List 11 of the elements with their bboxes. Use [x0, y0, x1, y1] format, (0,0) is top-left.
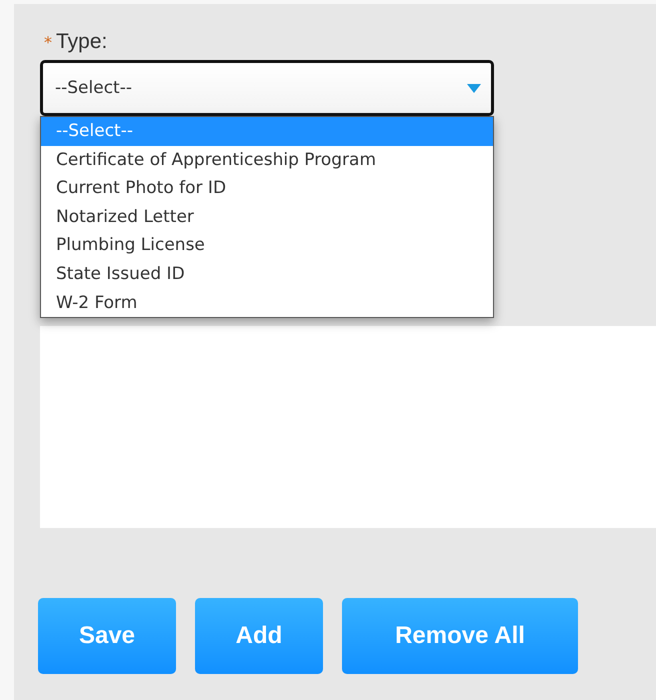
dropdown-option[interactable]: Certificate of Apprenticeship Program: [41, 146, 493, 174]
dropdown-option[interactable]: State Issued ID: [41, 260, 493, 289]
required-mark: *: [44, 33, 52, 52]
dropdown-option[interactable]: Current Photo for ID: [41, 174, 493, 203]
dropdown-option[interactable]: Plumbing License: [41, 231, 493, 260]
dropdown-option[interactable]: W-2 Form: [41, 288, 493, 318]
dropdown-option[interactable]: Notarized Letter: [41, 202, 493, 232]
type-select[interactable]: --Select--: [40, 60, 494, 116]
field-label: Type:: [56, 30, 108, 54]
caret-icon: [467, 84, 481, 92]
text-area[interactable]: [40, 326, 656, 528]
